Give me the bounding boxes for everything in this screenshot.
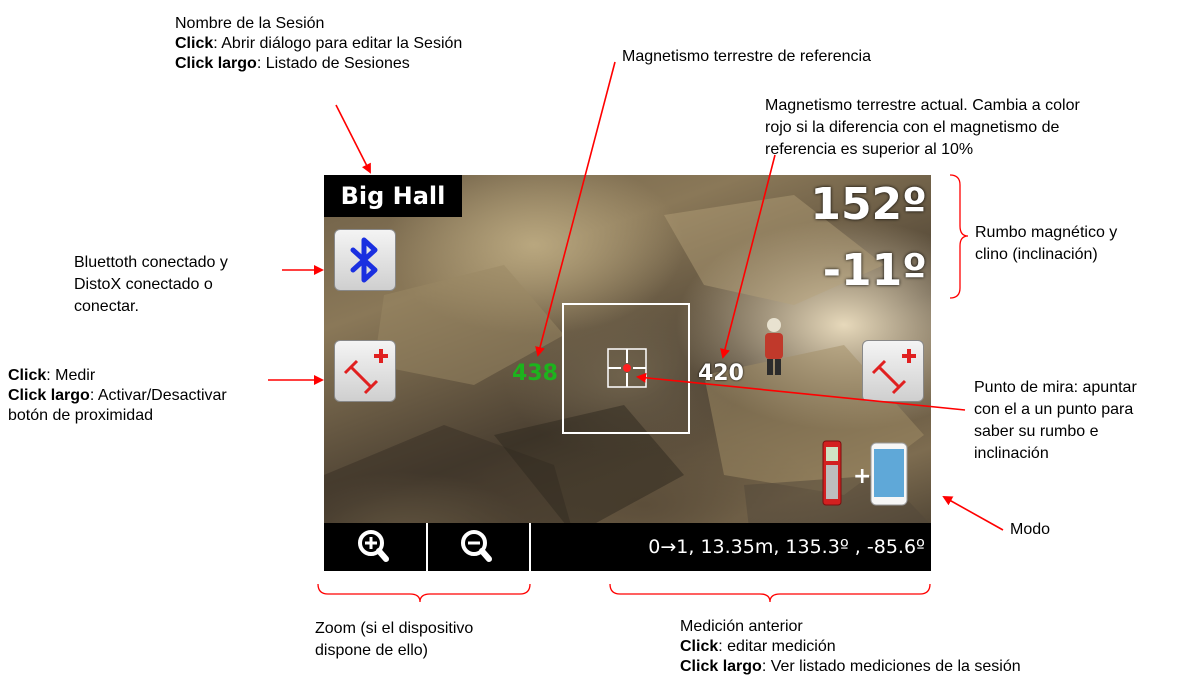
mode-icon: + (822, 440, 908, 506)
measure-click-label: Click (8, 367, 47, 384)
ref-magnetism-value: 438 (512, 361, 558, 386)
zoom-divider (426, 523, 428, 571)
svg-text:+: + (853, 464, 871, 489)
crosshair-icon (607, 348, 647, 388)
measure-click-text: : Medir (46, 367, 96, 384)
arrow-session (335, 104, 371, 174)
bluetooth-icon (350, 237, 378, 283)
bluetooth-button[interactable] (334, 229, 396, 291)
previous-longclick-label: Click largo (680, 658, 762, 675)
current-magnetism-line3: referencia es superior al 10% (765, 141, 974, 158)
current-magnetism-annotation: Magnetismo terrestre actual. Cambia a co… (765, 95, 1080, 161)
clino-value: -11º (822, 245, 927, 296)
brace-zoom (317, 583, 531, 603)
bluetooth-line2: DistoX conectado o (74, 276, 213, 293)
bluetooth-annotation: Bluettoth conectado y DistoX conectado o… (74, 252, 228, 318)
arrow-mode (942, 496, 1004, 531)
zoom-in-icon (358, 530, 389, 562)
heading-line2: clino (inclinación) (975, 246, 1098, 263)
crosshair-line2: con el a un punto para (974, 401, 1134, 418)
current-magnetism-line2: rojo si la diferencia con el magnetismo … (765, 119, 1060, 136)
previous-annotation: Medición anterior Click: editar medición… (680, 617, 1021, 677)
ref-magnetism-annotation: Magnetismo terrestre de referencia (622, 48, 871, 65)
measure-annotation: Click: Medir Click largo: Activar/Desact… (8, 366, 227, 426)
bottom-bar: 0→1, 13.35m, 135.3º , -85.6º (324, 523, 931, 571)
current-magnetism-line1: Magnetismo terrestre actual. Cambia a co… (765, 97, 1080, 114)
zoom-line2: dispone de ello) (315, 642, 428, 659)
zoom-line1: Zoom (si el dispositivo (315, 620, 474, 637)
crosshair-annotation: Punto de mira: apuntar con el a un punto… (974, 377, 1137, 465)
measure-button-left[interactable] (334, 340, 396, 402)
session-annotation-title: Nombre de la Sesión (175, 15, 325, 32)
last-measurement-button[interactable]: 0→1, 13.35m, 135.3º , -85.6º (648, 523, 925, 571)
previous-click-label: Click (680, 638, 719, 655)
crosshair-line4: inclinación (974, 445, 1049, 462)
previous-title: Medición anterior (680, 618, 803, 635)
camera-view: Big Hall 152º -11º 438 420 + 0→1, 13.35m… (324, 175, 931, 571)
azimuth-value: 152º (810, 179, 927, 230)
zoom-in-button[interactable] (324, 523, 424, 571)
session-annotation: Nombre de la Sesión Click: Abrir diálogo… (175, 14, 462, 74)
session-click-text: : Abrir diálogo para editar la Sesión (213, 35, 463, 52)
session-click-label: Click (175, 35, 214, 52)
crosshair-line3: saber su rumbo e (974, 423, 1099, 440)
bluetooth-line1: Bluettoth conectado y (74, 254, 228, 271)
heading-line1: Rumbo magnético y (975, 224, 1118, 241)
brace-heading (949, 174, 969, 299)
measure-button-right[interactable] (862, 340, 924, 402)
current-magnetism-value: 420 (698, 361, 744, 386)
heading-annotation: Rumbo magnético y clino (inclinación) (975, 222, 1117, 266)
measure-longclick-text: : Activar/Desactivar (89, 387, 227, 404)
measure-right-icon (871, 349, 916, 395)
bluetooth-line3: conectar. (74, 298, 139, 315)
measure-line3: botón de proximidad (8, 407, 153, 424)
zoom-annotation: Zoom (si el dispositivo dispone de ello) (315, 618, 473, 662)
zoom-out-icon (461, 530, 492, 562)
mode-annotation: Modo (1010, 521, 1051, 538)
session-longclick-text: : Listado de Sesiones (256, 55, 410, 72)
measure-longclick-label: Click largo (8, 387, 90, 404)
brace-last-measurement (609, 583, 931, 603)
crosshair-line1: Punto de mira: apuntar (974, 379, 1137, 396)
session-longclick-label: Click largo (175, 55, 257, 72)
zoom-divider-2 (529, 523, 531, 571)
previous-click-text: : editar medición (718, 638, 836, 655)
measure-left-icon (343, 349, 388, 395)
zoom-out-button[interactable] (429, 523, 529, 571)
mode-button[interactable]: + (817, 439, 913, 509)
session-name-button[interactable]: Big Hall (324, 175, 462, 217)
previous-longclick-text: : Ver listado mediciones de la sesión (761, 658, 1021, 675)
